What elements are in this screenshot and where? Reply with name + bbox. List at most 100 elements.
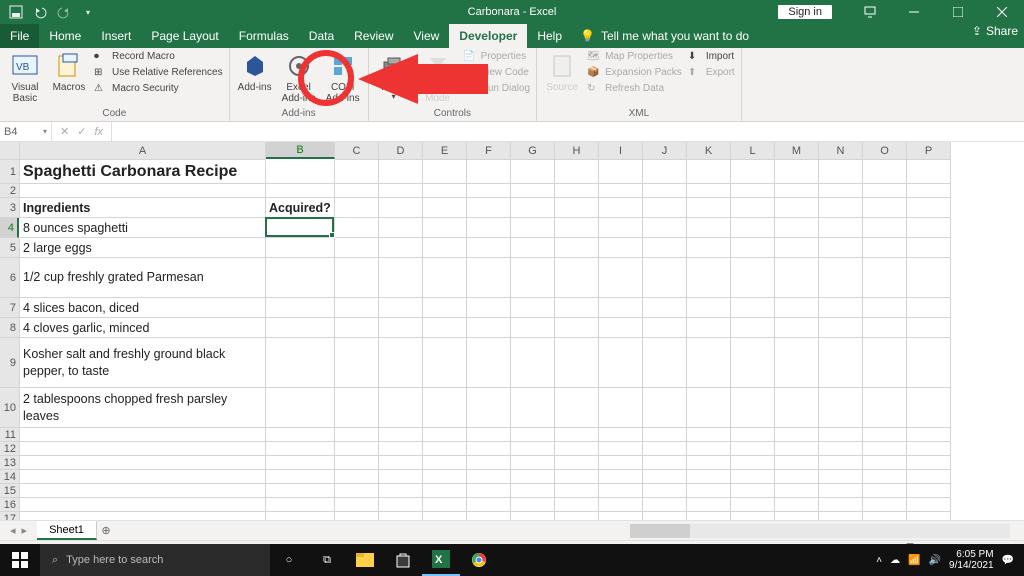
cell-P14[interactable]	[907, 470, 951, 484]
cell-O4[interactable]	[863, 218, 907, 238]
cell-M3[interactable]	[775, 198, 819, 218]
cell-I4[interactable]	[599, 218, 643, 238]
cell-J11[interactable]	[643, 428, 687, 442]
cell-P7[interactable]	[907, 298, 951, 318]
cell-G16[interactable]	[511, 498, 555, 512]
wifi-icon[interactable]: 📶	[908, 555, 920, 566]
cell-N2[interactable]	[819, 184, 863, 198]
cell-G17[interactable]	[511, 512, 555, 520]
cell-P11[interactable]	[907, 428, 951, 442]
volume-icon[interactable]: 🔊	[929, 555, 941, 566]
macros-button[interactable]: Macros	[50, 50, 88, 93]
cell-G14[interactable]	[511, 470, 555, 484]
cell-B16[interactable]	[266, 498, 335, 512]
cell-L2[interactable]	[731, 184, 775, 198]
cell-F10[interactable]	[467, 388, 511, 428]
cell-P2[interactable]	[907, 184, 951, 198]
cell-N12[interactable]	[819, 442, 863, 456]
cell-K15[interactable]	[687, 484, 731, 498]
cell-H17[interactable]	[555, 512, 599, 520]
cell-K12[interactable]	[687, 442, 731, 456]
row-header-15[interactable]: 15	[0, 484, 20, 498]
row-header-1[interactable]: 1	[0, 160, 20, 184]
cell-D7[interactable]	[379, 298, 423, 318]
cell-D8[interactable]	[379, 318, 423, 338]
redo-icon[interactable]	[54, 2, 74, 22]
cell-M2[interactable]	[775, 184, 819, 198]
cell-A12[interactable]	[20, 442, 266, 456]
cell-K8[interactable]	[687, 318, 731, 338]
cell-J12[interactable]	[643, 442, 687, 456]
cell-F7[interactable]	[467, 298, 511, 318]
cell-L14[interactable]	[731, 470, 775, 484]
cell-E1[interactable]	[423, 160, 467, 184]
cell-I11[interactable]	[599, 428, 643, 442]
minimize-icon[interactable]	[892, 0, 936, 24]
cell-O5[interactable]	[863, 238, 907, 258]
cell-G7[interactable]	[511, 298, 555, 318]
row-header-17[interactable]: 17	[0, 512, 20, 520]
formula-input[interactable]	[112, 122, 1024, 141]
cell-N14[interactable]	[819, 470, 863, 484]
col-header-N[interactable]: N	[819, 142, 863, 160]
cell-G15[interactable]	[511, 484, 555, 498]
cell-L13[interactable]	[731, 456, 775, 470]
cell-F14[interactable]	[467, 470, 511, 484]
undo-icon[interactable]	[30, 2, 50, 22]
cell-G5[interactable]	[511, 238, 555, 258]
cell-P16[interactable]	[907, 498, 951, 512]
cell-H6[interactable]	[555, 258, 599, 298]
sheet-next-icon[interactable]: ▸	[22, 524, 28, 537]
cell-H10[interactable]	[555, 388, 599, 428]
cell-K17[interactable]	[687, 512, 731, 520]
cell-E10[interactable]	[423, 388, 467, 428]
cell-F12[interactable]	[467, 442, 511, 456]
visual-basic-button[interactable]: VB Visual Basic	[6, 50, 44, 104]
cell-L1[interactable]	[731, 160, 775, 184]
cell-K7[interactable]	[687, 298, 731, 318]
cell-H5[interactable]	[555, 238, 599, 258]
cell-K6[interactable]	[687, 258, 731, 298]
cell-C10[interactable]	[335, 388, 379, 428]
chrome-app-icon[interactable]	[460, 544, 498, 576]
cell-B17[interactable]	[266, 512, 335, 520]
cell-C4[interactable]	[335, 218, 379, 238]
row-header-4[interactable]: 4	[0, 218, 19, 238]
task-view-icon[interactable]: ⧉	[308, 544, 346, 576]
cell-K11[interactable]	[687, 428, 731, 442]
row-header-12[interactable]: 12	[0, 442, 20, 456]
cell-E16[interactable]	[423, 498, 467, 512]
cell-F1[interactable]	[467, 160, 511, 184]
cell-P17[interactable]	[907, 512, 951, 520]
cell-B9[interactable]	[266, 338, 335, 388]
cell-H11[interactable]	[555, 428, 599, 442]
cell-N9[interactable]	[819, 338, 863, 388]
notifications-icon[interactable]: 💬	[1002, 555, 1014, 566]
cell-P3[interactable]	[907, 198, 951, 218]
scrollbar-thumb[interactable]	[630, 524, 690, 538]
tab-review[interactable]: Review	[344, 24, 403, 48]
cell-A8[interactable]: 4 cloves garlic, minced	[20, 318, 266, 338]
col-header-O[interactable]: O	[863, 142, 907, 160]
add-sheet-button[interactable]: ⊕	[97, 524, 115, 537]
col-header-H[interactable]: H	[555, 142, 599, 160]
cell-N5[interactable]	[819, 238, 863, 258]
cell-O2[interactable]	[863, 184, 907, 198]
tab-page-layout[interactable]: Page Layout	[141, 24, 228, 48]
cell-K5[interactable]	[687, 238, 731, 258]
cell-H2[interactable]	[555, 184, 599, 198]
cell-C6[interactable]	[335, 258, 379, 298]
cell-B12[interactable]	[266, 442, 335, 456]
col-header-I[interactable]: I	[599, 142, 643, 160]
cell-K14[interactable]	[687, 470, 731, 484]
cell-A6[interactable]: 1/2 cup freshly grated Parmesan	[20, 258, 266, 298]
col-header-B[interactable]: B	[266, 142, 335, 159]
save-icon[interactable]	[6, 2, 26, 22]
cell-K2[interactable]	[687, 184, 731, 198]
cell-C11[interactable]	[335, 428, 379, 442]
col-header-P[interactable]: P	[907, 142, 951, 160]
cell-A2[interactable]	[20, 184, 266, 198]
cell-P8[interactable]	[907, 318, 951, 338]
cell-P4[interactable]	[907, 218, 951, 238]
cell-C17[interactable]	[335, 512, 379, 520]
